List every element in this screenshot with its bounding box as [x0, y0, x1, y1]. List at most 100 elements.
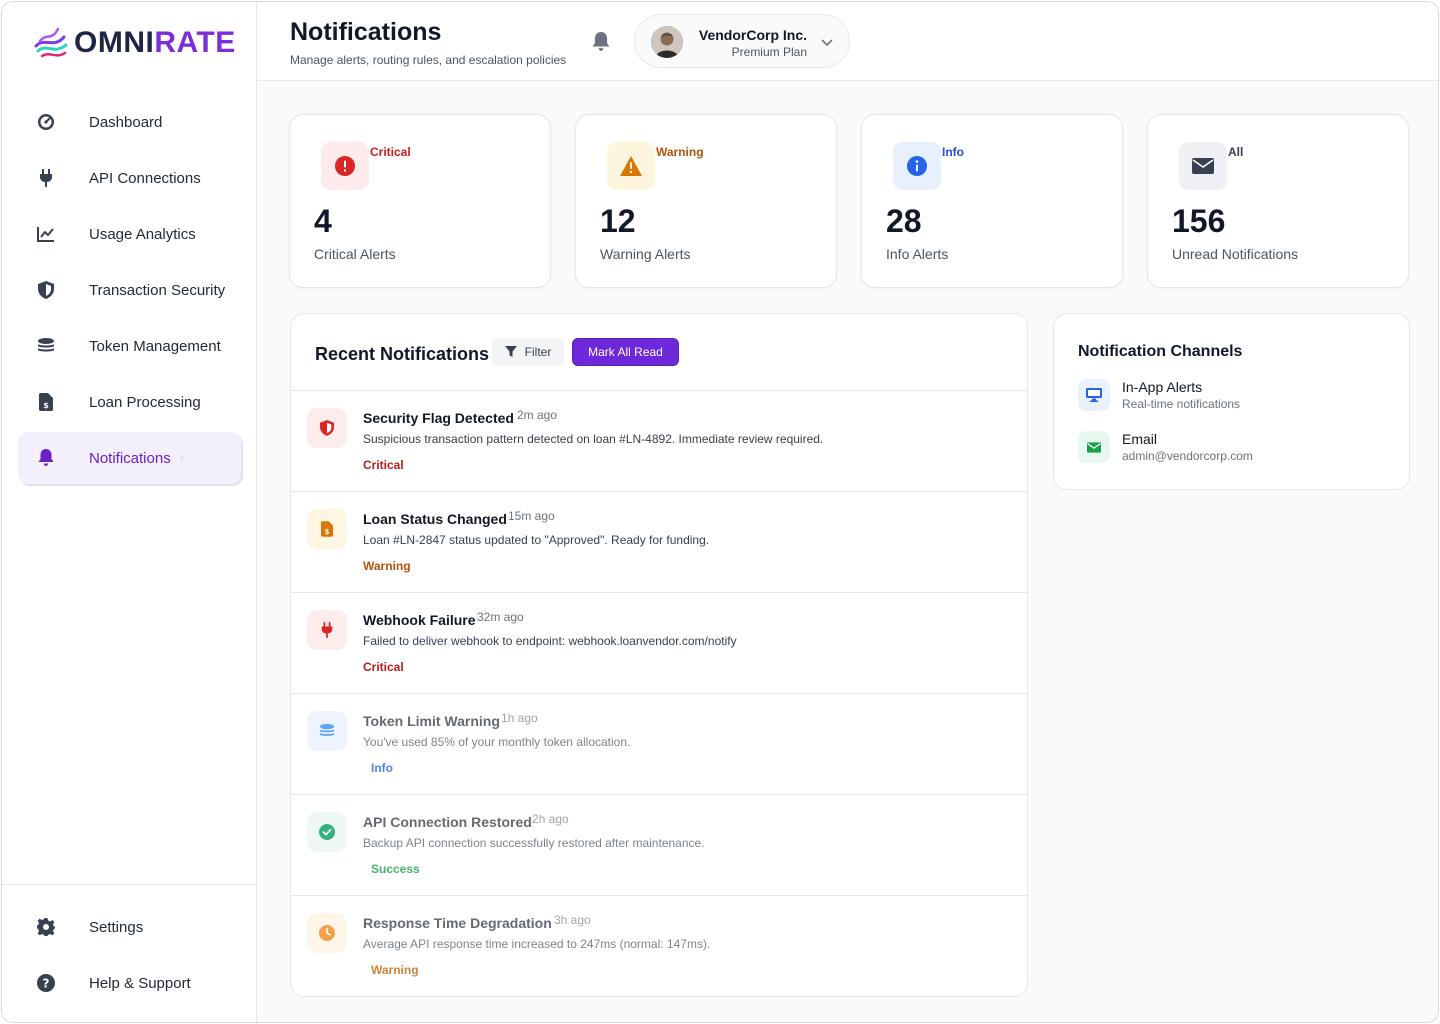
notification-channels-panel: Notification Channels In-App Alerts Real…	[1053, 313, 1410, 490]
shield-icon	[36, 280, 56, 300]
stat-label: Unread Notifications	[1172, 246, 1299, 262]
logo-swirl-icon	[34, 27, 68, 58]
account-plan: Premium Plan	[731, 45, 807, 59]
avatar	[651, 26, 683, 58]
channel-name: Email	[1122, 431, 1158, 447]
notification-description: You've used 85% of your monthly token al…	[363, 735, 631, 749]
clock-icon	[307, 913, 347, 953]
notification-time: 2m ago	[517, 408, 558, 422]
severity-badge: Warning	[371, 963, 419, 977]
notification-description: Loan #LN-2847 status updated to "Approve…	[363, 533, 710, 547]
warning-triangle-icon	[607, 142, 655, 190]
filter-icon	[504, 346, 517, 357]
chevron-right-icon: ›	[180, 451, 184, 465]
check-circle-icon	[307, 812, 347, 852]
section-title: Notification Channels	[1078, 343, 1243, 360]
notification-item[interactable]: Security Flag Detected 2m ago Suspicious…	[291, 391, 1027, 492]
notification-item[interactable]: Response Time Degradation 3h ago Average…	[291, 896, 1027, 996]
notification-time: 32m ago	[477, 610, 524, 624]
section-title: Recent Notifications	[315, 344, 490, 364]
stat-label: Info Alerts	[886, 246, 949, 262]
stat-card-info[interactable]: Info 28 Info Alerts	[861, 114, 1123, 288]
sidebar-item-settings[interactable]: Settings	[18, 901, 241, 953]
mark-all-read-button[interactable]: Mark All Read	[572, 338, 679, 366]
plug-icon	[36, 168, 56, 188]
shield-icon	[307, 408, 347, 448]
sidebar-item-usage-analytics[interactable]: Usage Analytics	[18, 208, 241, 260]
sidebar-item-label: Loan Processing	[89, 393, 201, 411]
plug-icon	[307, 610, 347, 650]
sidebar-item-transaction-security[interactable]: Transaction Security	[18, 264, 241, 316]
notification-title: Token Limit Warning	[363, 713, 500, 729]
sidebar-item-label: Dashboard	[89, 113, 163, 131]
filter-button[interactable]: Filter	[492, 338, 564, 366]
filter-label: Filter	[524, 345, 552, 359]
svg-text:$: $	[325, 528, 330, 536]
line-chart-icon	[36, 224, 56, 244]
sidebar-item-api-connections[interactable]: API Connections	[18, 152, 241, 204]
notification-time: 3h ago	[554, 913, 591, 927]
svg-text:$: $	[43, 401, 49, 410]
envelope-icon	[1179, 142, 1227, 190]
sidebar-item-label: Transaction Security	[89, 281, 226, 299]
stat-value: 28	[886, 203, 922, 239]
notification-item[interactable]: Webhook Failure 32m ago Failed to delive…	[291, 593, 1027, 694]
info-icon	[893, 142, 941, 190]
sidebar-item-label: Notifications	[89, 449, 171, 467]
stat-value: 12	[600, 203, 636, 239]
notification-title: Security Flag Detected	[363, 410, 514, 426]
sidebar-nav: Dashboard API Connections Usage Analytic…	[18, 96, 241, 488]
stat-tag: Critical	[370, 145, 411, 159]
svg-text:?: ?	[43, 977, 50, 991]
notification-time: 2h ago	[532, 812, 569, 826]
notification-item[interactable]: $ Loan Status Changed 15m ago Loan #LN-2…	[291, 492, 1027, 593]
sidebar-item-loan-processing[interactable]: $ Loan Processing	[18, 376, 241, 428]
channel-detail: admin@vendorcorp.com	[1122, 449, 1253, 463]
notification-description: Average API response time increased to 2…	[363, 937, 711, 951]
channel-email[interactable]: Email admin@vendorcorp.com	[1078, 429, 1378, 465]
top-header: Notifications Manage alerts, routing rul…	[258, 2, 1438, 81]
channel-detail: Real-time notifications	[1122, 397, 1241, 411]
gauge-icon	[36, 112, 56, 132]
sidebar-item-dashboard[interactable]: Dashboard	[18, 96, 241, 148]
sidebar-item-notifications[interactable]: Notifications ›	[18, 432, 241, 484]
sidebar: OMNIRATE Dashboard API Connections Usage…	[2, 2, 257, 1022]
notification-item[interactable]: Token Limit Warning 1h ago You've used 8…	[291, 694, 1027, 795]
notification-description: Backup API connection successfully resto…	[363, 836, 705, 850]
severity-badge: Warning	[363, 559, 411, 573]
stat-card-critical[interactable]: Critical 4 Critical Alerts	[289, 114, 551, 288]
app-window: OMNIRATE Dashboard API Connections Usage…	[1, 1, 1439, 1023]
page-subtitle: Manage alerts, routing rules, and escala…	[290, 53, 567, 67]
sidebar-item-label: Token Management	[89, 337, 221, 355]
logo[interactable]: OMNIRATE	[32, 24, 236, 62]
coins-icon	[307, 711, 347, 751]
document-dollar-icon: $	[36, 392, 56, 412]
account-name: VendorCorp Inc.	[698, 27, 807, 43]
envelope-icon	[1078, 431, 1110, 463]
recent-notifications-header: Recent Notifications Filter Mark All Rea…	[291, 314, 1027, 391]
sidebar-item-help-support[interactable]: ? Help & Support	[18, 957, 241, 1009]
notifications-bell-button[interactable]	[588, 29, 614, 55]
notification-title: Loan Status Changed	[363, 511, 507, 527]
stat-value: 4	[314, 203, 332, 239]
channel-name: In-App Alerts	[1122, 379, 1203, 395]
sidebar-item-token-management[interactable]: Token Management	[18, 320, 241, 372]
account-switcher[interactable]: VendorCorp Inc. Premium Plan	[634, 14, 850, 68]
notification-time: 15m ago	[508, 509, 555, 523]
monitor-icon	[1078, 379, 1110, 411]
severity-badge: Critical	[363, 660, 404, 674]
chevron-down-icon	[821, 34, 833, 52]
stat-label: Warning Alerts	[600, 246, 691, 262]
stat-card-all[interactable]: All 156 Unread Notifications	[1147, 114, 1409, 288]
severity-badge: Success	[371, 862, 420, 876]
stat-card-warning[interactable]: Warning 12 Warning Alerts	[575, 114, 837, 288]
page-title: Notifications	[290, 18, 442, 46]
channel-in-app-alerts[interactable]: In-App Alerts Real-time notifications	[1078, 377, 1378, 413]
severity-badge: Info	[371, 761, 393, 775]
notification-title: Response Time Degradation	[363, 915, 552, 931]
notification-item[interactable]: API Connection Restored 2h ago Backup AP…	[291, 795, 1027, 896]
notification-title: Webhook Failure	[363, 612, 476, 628]
notification-description: Suspicious transaction pattern detected …	[363, 432, 824, 446]
severity-badge: Critical	[363, 458, 404, 472]
recent-notifications-panel: Recent Notifications Filter Mark All Rea…	[290, 313, 1028, 997]
